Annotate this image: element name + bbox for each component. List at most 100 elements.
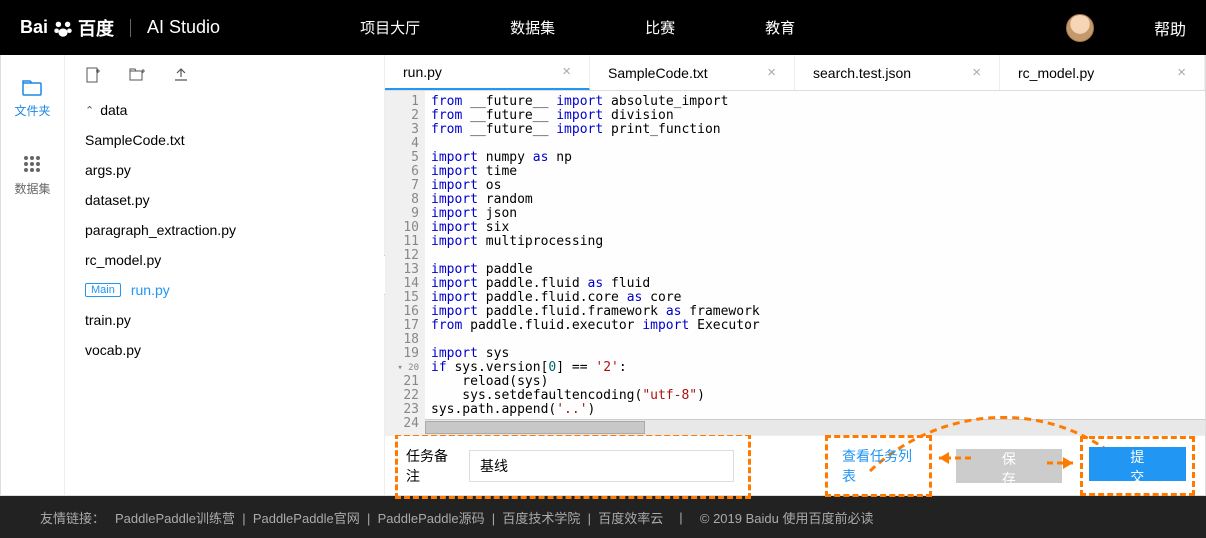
upload-icon[interactable] <box>173 67 189 83</box>
scrollbar-thumb[interactable] <box>425 421 645 434</box>
rail-files[interactable]: 文件夹 <box>14 80 50 119</box>
submit-button[interactable]: 提 交 <box>1089 447 1186 481</box>
code-line: import sys <box>431 347 1199 361</box>
tab-rc_model-py[interactable]: rc_model.py × <box>1000 55 1205 90</box>
tab-SampleCode-txt[interactable]: SampleCode.txt × <box>590 55 795 90</box>
line-number: 16 <box>385 305 419 319</box>
code-line: import time <box>431 165 1199 179</box>
file-vocab-py[interactable]: vocab.py <box>75 335 374 365</box>
code-line: sys.setdefaultencoding("utf-8") <box>431 389 1199 403</box>
avatar[interactable] <box>1066 14 1094 42</box>
footer-link[interactable]: PaddlePaddle训练营 <box>115 511 235 526</box>
tab-label: rc_model.py <box>1018 65 1094 81</box>
close-icon[interactable]: × <box>767 64 776 81</box>
code-line: import json <box>431 207 1199 221</box>
line-number: 13 <box>385 263 419 277</box>
tab-run-py[interactable]: run.py× <box>385 55 590 90</box>
file-paragraph_extraction-py[interactable]: paragraph_extraction.py <box>75 215 374 245</box>
line-gutter: 12345678910111213141516171819▾ 202122232… <box>385 91 425 435</box>
code-line: sys.path.append('..') <box>431 403 1199 417</box>
code-line: if sys.version[0] == '2': <box>431 361 1199 375</box>
logo-area: Bai 百度 AI Studio <box>20 15 220 41</box>
baidu-text-bai: Bai <box>20 17 48 38</box>
line-number: 4 <box>385 137 419 151</box>
line-number: 6 <box>385 165 419 179</box>
line-number: 14 <box>385 277 419 291</box>
top-nav: Bai 百度 AI Studio 项目大厅 数据集 比赛 教育 帮助 <box>0 0 1206 55</box>
nav-competitions[interactable]: 比赛 <box>645 17 675 38</box>
line-number: 15 <box>385 291 419 305</box>
rail-files-label: 文件夹 <box>14 102 50 119</box>
new-folder-icon[interactable] <box>129 67 145 83</box>
file-label: paragraph_extraction.py <box>85 222 236 238</box>
main-badge: Main <box>85 283 121 297</box>
line-number: 22 <box>385 389 419 403</box>
close-icon[interactable]: × <box>1177 64 1186 81</box>
footer-link[interactable]: PaddlePaddle官网 <box>253 511 360 526</box>
horizontal-scrollbar[interactable] <box>425 419 1205 435</box>
line-number: 5 <box>385 151 419 165</box>
code-line: import paddle.fluid as fluid <box>431 277 1199 291</box>
nav-education[interactable]: 教育 <box>765 17 795 38</box>
line-number: 19 <box>385 347 419 361</box>
code-line: from __future__ import print_function <box>431 123 1199 137</box>
paw-icon <box>52 17 74 39</box>
view-task-list-link[interactable]: 查看任务列表 <box>842 448 912 484</box>
footer-prefix: 友情链接： <box>40 508 105 527</box>
nav-datasets[interactable]: 数据集 <box>510 17 555 38</box>
line-number: 9 <box>385 207 419 221</box>
line-number: 2 <box>385 109 419 123</box>
remark-input[interactable] <box>469 450 734 482</box>
file-SampleCode-txt[interactable]: SampleCode.txt <box>75 125 374 155</box>
code-line: import random <box>431 193 1199 207</box>
file-sidebar: ⌃ data SampleCode.txt args.py dataset.py pa… <box>65 55 385 495</box>
footer-link[interactable]: 百度效率云 <box>598 511 663 526</box>
submit-region: 提 交 <box>1080 436 1195 496</box>
footer-link[interactable]: 百度技术学院 <box>502 511 580 526</box>
file-label: vocab.py <box>85 342 141 358</box>
file-train-py[interactable]: train.py <box>75 305 374 335</box>
rail-datasets[interactable]: 数据集 <box>14 154 50 197</box>
close-icon[interactable]: × <box>972 64 981 81</box>
close-icon[interactable]: × <box>562 63 571 80</box>
code-line: from __future__ import division <box>431 109 1199 123</box>
file-label: args.py <box>85 162 131 178</box>
line-number: ▾ 20 <box>385 361 419 375</box>
code-line: import paddle <box>431 263 1199 277</box>
new-file-icon[interactable] <box>85 67 101 83</box>
file-label: dataset.py <box>85 192 150 208</box>
main: 文件夹 数据集 ⌃ data SampleCode.txt args.py data… <box>0 55 1206 496</box>
footer-link[interactable]: PaddlePaddle源码 <box>378 511 485 526</box>
code-line: import six <box>431 221 1199 235</box>
code-wrap: 12345678910111213141516171819▾ 202122232… <box>385 91 1205 435</box>
nav-projects[interactable]: 项目大厅 <box>360 17 420 38</box>
rail-datasets-label: 数据集 <box>14 180 50 197</box>
code-content[interactable]: from __future__ import absolute_importfr… <box>425 91 1205 435</box>
tab-search-test-json[interactable]: search.test.json× <box>795 55 1000 90</box>
code-line: from __future__ import absolute_import <box>431 95 1199 109</box>
tree-folder-data[interactable]: ⌃ data <box>75 95 374 125</box>
code-line: import numpy as np <box>431 151 1199 165</box>
tree-children: SampleCode.txt args.py dataset.py paragraph… <box>75 125 374 365</box>
folder-icon <box>22 80 42 96</box>
file-run-py[interactable]: Mainrun.py <box>75 275 374 305</box>
line-number: 10 <box>385 221 419 235</box>
sidebar-toolbar <box>75 67 374 95</box>
line-number: 24 <box>385 417 419 431</box>
baidu-logo[interactable]: Bai 百度 <box>20 15 114 41</box>
code-line <box>431 333 1199 347</box>
code-line <box>431 137 1199 151</box>
line-number: 11 <box>385 235 419 249</box>
nav-help[interactable]: 帮助 <box>1154 16 1186 40</box>
file-rc_model-py[interactable]: rc_model.py <box>75 245 374 275</box>
save-button[interactable]: 保 存 <box>956 449 1061 483</box>
editor-tabs: run.py×SampleCode.txt×search.test.json×r… <box>385 55 1205 91</box>
chevron-down-icon: ⌃ <box>85 104 94 117</box>
line-number: 3 <box>385 123 419 137</box>
file-args-py[interactable]: args.py <box>75 155 374 185</box>
file-dataset-py[interactable]: dataset.py <box>75 185 374 215</box>
file-label: train.py <box>85 312 131 328</box>
footer: 友情链接： PaddlePaddle训练营 | PaddlePaddle官网 |… <box>0 496 1206 538</box>
tab-label: SampleCode.txt <box>608 65 708 81</box>
grid-icon <box>22 154 42 174</box>
